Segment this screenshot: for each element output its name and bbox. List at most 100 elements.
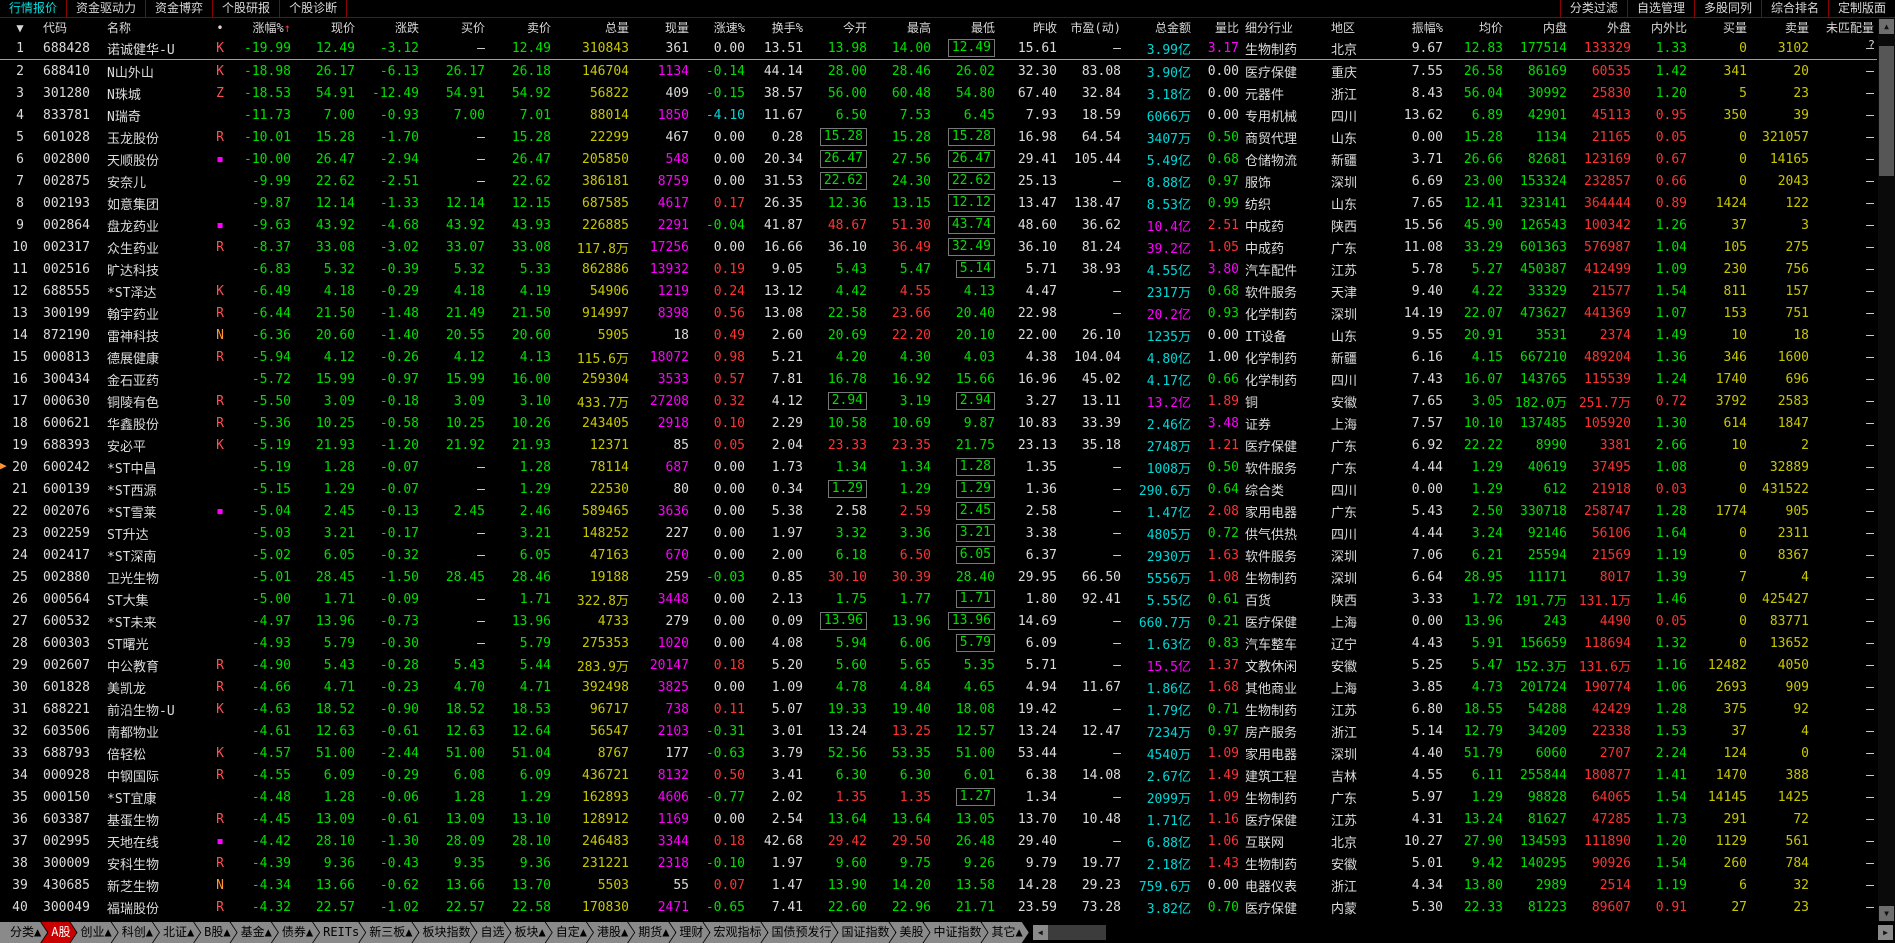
stock-row[interactable]: 32 603506 南都物业 -4.61 12.63 -0.61 12.63 12.64 565… bbox=[0, 720, 1877, 742]
column-header-cur-volume[interactable]: 现量 bbox=[632, 18, 692, 37]
stock-row[interactable]: 12 688555 *ST泽达 K -6.49 4.18 -0.29 4.18 4.19 5490… bbox=[0, 280, 1877, 302]
column-header-amount[interactable]: 总金额 bbox=[1124, 18, 1194, 37]
stock-row[interactable]: 11 002516 旷达科技 -6.83 5.32 -0.39 5.32 5.33 862886… bbox=[0, 258, 1877, 280]
column-header-ask[interactable]: 卖价 bbox=[488, 18, 554, 37]
menu-tab-5[interactable]: 个股诊断 bbox=[280, 0, 348, 17]
column-header-inner-outer-ratio[interactable]: 内外比 bbox=[1634, 18, 1690, 37]
column-header-change[interactable]: 涨跌 bbox=[358, 18, 422, 37]
market-tab-14[interactable]: 自定▲ bbox=[546, 922, 593, 943]
stock-row[interactable]: 18 600621 华鑫股份 R -5.36 10.25 -0.58 10.25 10.26 24… bbox=[0, 412, 1877, 434]
market-tab-16[interactable]: 期货▲ bbox=[628, 922, 675, 943]
column-header-price[interactable]: 现价 bbox=[294, 18, 358, 37]
market-tab-18[interactable]: 宏观指标 bbox=[703, 922, 767, 943]
stock-row[interactable]: 24 002417 *ST深南 -5.02 6.05 -0.32—6.05 47163 670… bbox=[0, 544, 1877, 566]
stock-row[interactable]: 25 002880 卫光生物 -5.01 28.45 -1.50 28.45 28.46 191… bbox=[0, 566, 1877, 588]
toolbar-action-1[interactable]: 分类过滤 bbox=[1559, 0, 1627, 17]
stock-row[interactable]: 26 000564 ST大集 -5.00 1.71 -0.09—1.71 322.8万 344… bbox=[0, 588, 1877, 610]
column-header-avg-price[interactable]: 均价 bbox=[1446, 18, 1506, 37]
column-header-amplitude-pct[interactable]: 振幅% bbox=[1386, 18, 1446, 37]
market-tab-4[interactable]: 科创▲ bbox=[112, 922, 159, 943]
market-tab-8[interactable]: 债券▲ bbox=[272, 922, 319, 943]
stock-row[interactable]: 2 688410 N山外山 K -18.98 26.17 -6.13 26.17 26.18 14… bbox=[0, 60, 1877, 83]
column-header-low[interactable]: 最低 bbox=[934, 18, 998, 37]
column-header-prev-close[interactable]: 昨收 bbox=[998, 18, 1060, 37]
menu-tab-2[interactable]: 资金驱动力 bbox=[67, 0, 147, 17]
stock-row[interactable]: 20 ▶ 600242 *ST中昌 -5.19 1.28 -0.07—1.28 78114 68… bbox=[0, 456, 1877, 478]
market-tab-20[interactable]: 国证指数 bbox=[831, 922, 895, 943]
market-tab-21[interactable]: 美股 bbox=[889, 922, 929, 943]
stock-row[interactable]: 15 000813 德展健康 R -5.94 4.12 -0.26 4.12 4.13 115.6… bbox=[0, 346, 1877, 368]
stock-row[interactable]: 1 688428 诺诚健华-U K -19.99 12.49 -3.12—12.49 3108… bbox=[0, 37, 1877, 60]
menu-tab-4[interactable]: 个股研报 bbox=[213, 0, 281, 17]
stock-row[interactable]: 7 002875 安奈儿 -9.99 22.62 -2.51—22.62 386181 875… bbox=[0, 170, 1877, 192]
stock-row[interactable]: 3 301280 N珠城 Z -18.53 54.91 -12.49 54.91 54.92 56… bbox=[0, 82, 1877, 104]
column-header-volume-ratio[interactable]: 量比 bbox=[1194, 18, 1242, 37]
market-tab-3[interactable]: 创业▲ bbox=[70, 922, 117, 943]
stock-row[interactable]: 31 688221 前沿生物-U K -4.63 18.52 -0.90 18.52 18.53… bbox=[0, 698, 1877, 720]
market-tab-19[interactable]: 国债预发行 bbox=[761, 922, 837, 943]
toolbar-action-5[interactable]: 定制版面 bbox=[1827, 0, 1895, 17]
stock-row[interactable]: 10 002317 众生药业 R -8.37 33.08 -3.02 33.07 33.08 11… bbox=[0, 236, 1877, 258]
stock-row[interactable]: 35 000150 *ST宜康 -4.48 1.28 -0.06 1.28 1.29 16289… bbox=[0, 786, 1877, 808]
stock-row[interactable]: 22 002076 *ST雪莱 ▪ -5.04 2.45 -0.13 2.45 2.46 5894… bbox=[0, 500, 1877, 522]
vertical-scrollbar[interactable]: ▲ ▼ bbox=[1878, 18, 1895, 922]
stock-row[interactable]: 37 002995 天地在线 ▪ -4.42 28.10 -1.30 28.09 28.10 24… bbox=[0, 830, 1877, 852]
column-header-name[interactable]: 名称 bbox=[104, 18, 208, 37]
market-tab-9[interactable]: REITs bbox=[313, 922, 365, 943]
stock-row[interactable]: 9 002864 盘龙药业 ▪ -9.63 43.92 -4.68 43.92 43.93 226… bbox=[0, 214, 1877, 236]
column-header-marker[interactable]: • bbox=[208, 18, 232, 37]
stock-row[interactable]: 34 000928 中钢国际 R -4.55 6.09 -0.29 6.08 6.09 43672… bbox=[0, 764, 1877, 786]
market-tab-1[interactable]: 分类▲ bbox=[0, 922, 47, 943]
stock-row[interactable]: 21 600139 *ST西源 -5.15 1.29 -0.07—1.29 22530 80 0… bbox=[0, 478, 1877, 500]
market-tab-10[interactable]: 新三板▲ bbox=[359, 922, 418, 943]
column-header-unmatched-vol[interactable]: 未匹配量 bbox=[1812, 18, 1877, 37]
stock-row[interactable]: 28 600303 ST曙光 -4.93 5.79 -0.30—5.79 275353 102… bbox=[0, 632, 1877, 654]
toolbar-action-3[interactable]: 多股同列 bbox=[1693, 0, 1761, 17]
help-icon[interactable]: ? bbox=[1868, 38, 1875, 52]
column-header-high[interactable]: 最高 bbox=[870, 18, 934, 37]
scroll-left-icon[interactable]: ◀ bbox=[1032, 925, 1048, 940]
menu-tab-3[interactable]: 资金博弈 bbox=[146, 0, 214, 17]
stock-row[interactable]: 19 688393 安必平 K -5.19 21.93 -1.20 21.92 21.93 123… bbox=[0, 434, 1877, 456]
stock-row[interactable]: 23 002259 ST升达 -5.03 3.21 -0.17—3.21 148252 227… bbox=[0, 522, 1877, 544]
column-header-open[interactable]: 今开 bbox=[806, 18, 870, 37]
column-header-region[interactable]: 地区 bbox=[1328, 18, 1386, 37]
column-header-speed-pct[interactable]: 涨速% bbox=[692, 18, 748, 37]
column-header-bid[interactable]: 买价 bbox=[422, 18, 488, 37]
stock-row[interactable]: 40 300049 福瑞股份 R -4.32 22.57 -1.02 22.57 22.58 17… bbox=[0, 896, 1877, 918]
column-header-code[interactable]: 代码 bbox=[40, 18, 104, 37]
stock-row[interactable]: 5 601028 玉龙股份 R -10.01 15.28 -1.70—15.28 22299 4… bbox=[0, 126, 1877, 148]
column-header-volume[interactable]: 总量 bbox=[554, 18, 632, 37]
column-header-outer-vol[interactable]: 外盘 bbox=[1570, 18, 1634, 37]
stock-row[interactable]: 14 872190 雷神科技 N -6.36 20.60 -1.40 20.55 20.60 59… bbox=[0, 324, 1877, 346]
toolbar-action-2[interactable]: 自选管理 bbox=[1626, 0, 1694, 17]
stock-row[interactable]: 29 002607 中公教育 R -4.90 5.43 -0.28 5.43 5.44 283.9… bbox=[0, 654, 1877, 676]
column-header-industry[interactable]: 细分行业 bbox=[1242, 18, 1328, 37]
stock-row[interactable]: 27 600532 *ST未来 -4.97 13.96 -0.73—13.96 4733 27… bbox=[0, 610, 1877, 632]
column-header-buy-vol[interactable]: 买量 bbox=[1690, 18, 1750, 37]
scroll-up-icon[interactable]: ▲ bbox=[1879, 19, 1894, 34]
market-tab-23[interactable]: 其它▲ bbox=[982, 922, 1029, 943]
toolbar-action-4[interactable]: 综合排名 bbox=[1760, 0, 1828, 17]
column-header-inner-vol[interactable]: 内盘 bbox=[1506, 18, 1570, 37]
scroll-right-icon[interactable]: ▶ bbox=[1878, 925, 1893, 940]
market-tab-5[interactable]: 北证▲ bbox=[153, 922, 200, 943]
market-tab-6[interactable]: B股▲ bbox=[194, 922, 236, 943]
column-header-change-pct[interactable]: 涨幅%↑ bbox=[232, 18, 294, 37]
stock-row[interactable]: 6 002800 天顺股份 ▪ -10.00 26.47 -2.94—26.47 205850… bbox=[0, 148, 1877, 170]
market-tab-22[interactable]: 中证指数 bbox=[924, 922, 988, 943]
horizontal-scroll-track[interactable] bbox=[1106, 922, 1878, 943]
stock-row[interactable]: 38 300009 安科生物 R -4.39 9.36 -0.43 9.35 9.36 23122… bbox=[0, 852, 1877, 874]
market-tab-12[interactable]: 自选 bbox=[470, 922, 510, 943]
market-tab-7[interactable]: 基金▲ bbox=[231, 922, 278, 943]
stock-row[interactable]: 33 688793 倍轻松 K -4.57 51.00 -2.44 51.00 51.04 876… bbox=[0, 742, 1877, 764]
stock-row[interactable]: 30 601828 美凯龙 R -4.66 4.71 -0.23 4.70 4.71 392498… bbox=[0, 676, 1877, 698]
stock-row[interactable]: 4 833781 N瑞奇 -11.73 7.00 -0.93 7.00 7.01 88014 18… bbox=[0, 104, 1877, 126]
menu-tab-1[interactable]: 行情报价 bbox=[0, 0, 68, 17]
stock-row[interactable]: 13 300199 翰宇药业 R -6.44 21.50 -1.48 21.49 21.50 91… bbox=[0, 302, 1877, 324]
column-header-turnover-pct[interactable]: 换手% bbox=[748, 18, 806, 37]
stock-row[interactable]: 8 002193 如意集团 -9.87 12.14 -1.33 12.14 12.15 6875… bbox=[0, 192, 1877, 214]
column-header-rownum[interactable]: ▼ bbox=[0, 18, 40, 37]
horizontal-scroll-thumb[interactable] bbox=[1047, 925, 1106, 940]
market-tab-13[interactable]: 板块▲ bbox=[504, 922, 551, 943]
